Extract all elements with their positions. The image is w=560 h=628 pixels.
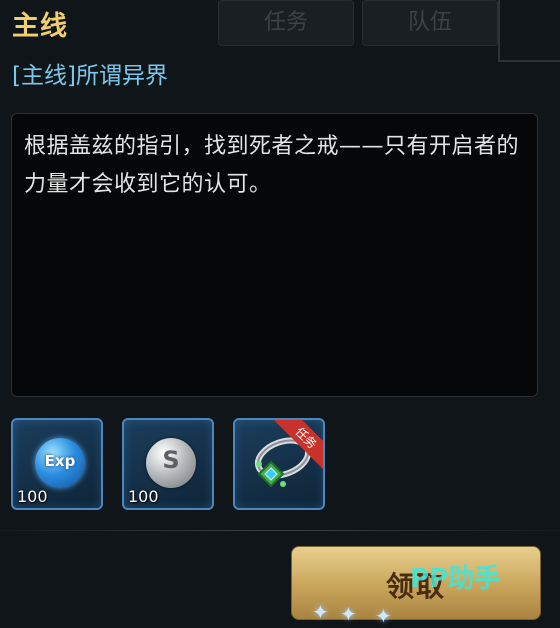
- quest-name: [主线]所谓异界: [12, 63, 168, 89]
- background-tab-quest: 任务: [218, 0, 354, 46]
- exp-label: Exp: [44, 452, 76, 470]
- sparkle-icon: ✦: [312, 600, 329, 624]
- sparkle-icon: ✦: [340, 602, 357, 626]
- reward-slot-ring[interactable]: 任务: [233, 418, 325, 510]
- reward-slot-exp[interactable]: Exp 100: [11, 418, 103, 510]
- reward-count: 100: [17, 487, 48, 506]
- quest-description-box: 根据盖兹的指引，找到死者之戒——只有开启者的力量才会收到它的认可。: [11, 113, 538, 397]
- sparkle-icon: ✦: [375, 604, 392, 628]
- quest-description: 根据盖兹的指引，找到死者之戒——只有开启者的力量才会收到它的认可。: [24, 134, 520, 197]
- reward-slot-silver[interactable]: S 100: [122, 418, 214, 510]
- silver-label: S: [162, 446, 180, 474]
- corner-ornament: [498, 0, 560, 62]
- exp-coin-icon: Exp: [35, 438, 85, 488]
- silver-coin-icon: S: [146, 438, 196, 488]
- panel-title: 主线: [12, 11, 68, 42]
- watermark: PP助手: [410, 564, 501, 594]
- reward-count: 100: [128, 487, 159, 506]
- background-tab-team: 队伍: [362, 0, 498, 46]
- divider: [0, 530, 560, 531]
